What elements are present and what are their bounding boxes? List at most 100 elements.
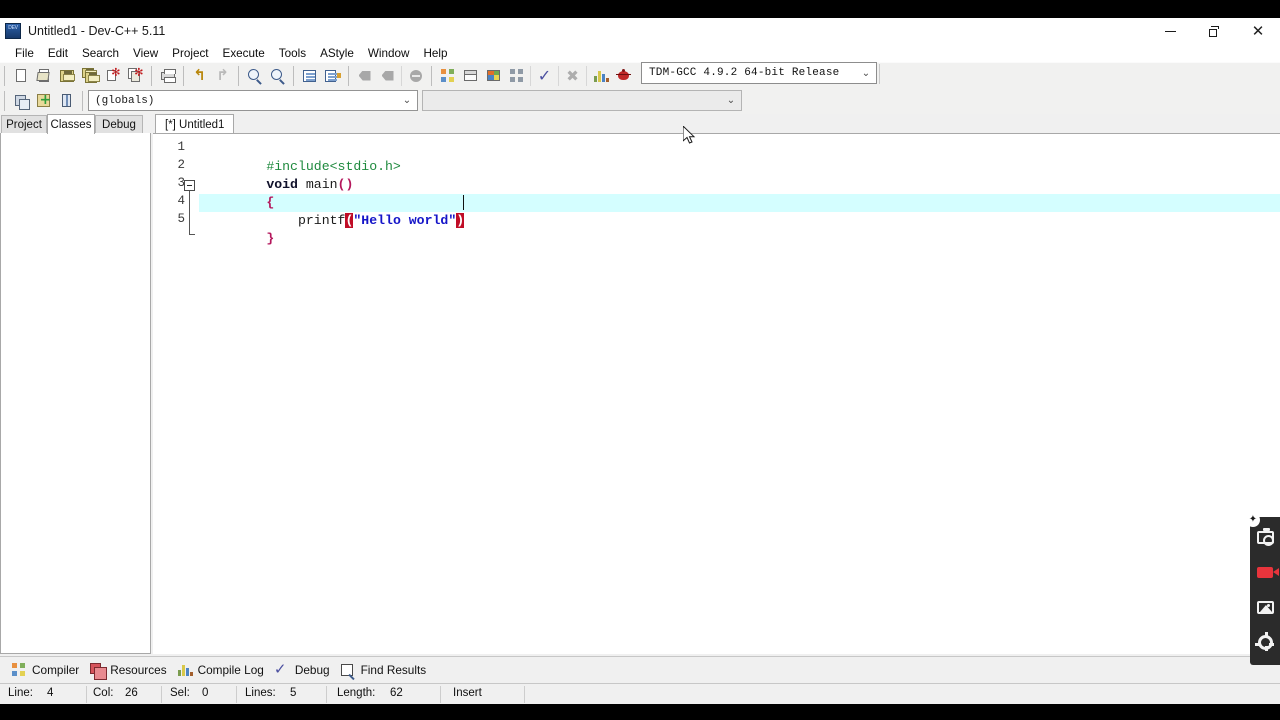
close-file-button[interactable]: ✻: [101, 65, 124, 87]
print-button[interactable]: [156, 65, 179, 87]
chevron-down-icon[interactable]: ⌄: [721, 91, 741, 111]
goto-function-button[interactable]: [321, 65, 344, 87]
bar-chart-icon: [177, 662, 193, 678]
line-number-4: 4: [177, 194, 185, 208]
menu-view[interactable]: View: [126, 46, 165, 61]
insert-snippet-button[interactable]: [9, 90, 32, 112]
menu-search[interactable]: Search: [75, 46, 126, 61]
status-lines-value: 5: [290, 687, 297, 699]
fold-collapse-box[interactable]: [184, 180, 195, 191]
mouse-arrow-cursor: [682, 124, 697, 146]
scope-select-value: (globals): [95, 94, 155, 107]
checkmark-icon: ✓: [273, 659, 287, 678]
close-all-files-button[interactable]: ✻: [124, 65, 147, 87]
code-line-3: {: [203, 176, 274, 210]
devcpp-icon: [5, 23, 21, 39]
text-caret: [463, 195, 464, 210]
menu-bar: File Edit Search View Project Execute To…: [0, 44, 1280, 62]
redo-button[interactable]: ↱: [211, 65, 234, 87]
menu-tools[interactable]: Tools: [272, 46, 313, 61]
goto-line-button[interactable]: [298, 65, 321, 87]
find-magnifier-icon: [340, 662, 356, 678]
bottom-tab-compiler-label: Compiler: [32, 662, 80, 677]
status-col-value: 26: [125, 687, 138, 699]
menu-help[interactable]: Help: [416, 46, 454, 61]
back-navigation-button[interactable]: [353, 65, 376, 87]
restore-button[interactable]: [1192, 18, 1236, 44]
image-gallery-icon: [1256, 601, 1274, 614]
editor-tab-untitled1[interactable]: [*] Untitled1: [155, 114, 235, 134]
window-title: Untitled1 - Dev-C++ 5.11: [28, 24, 166, 38]
bottom-tab-resources[interactable]: Resources: [86, 659, 173, 681]
class-browser-panel[interactable]: [0, 133, 151, 654]
screen-recorder-widget[interactable]: ✦: [1246, 513, 1280, 665]
member-select[interactable]: ⌄: [422, 90, 742, 111]
sidebar-tab-classes[interactable]: Classes: [47, 114, 95, 134]
code-editor[interactable]: 1 2 3 4 5 #include<stdio.h> void main() …: [153, 133, 1280, 654]
minimize-button[interactable]: [1148, 18, 1192, 44]
status-col-label: Col:: [93, 687, 114, 699]
code-line-2: void main(): [203, 158, 353, 192]
scope-select[interactable]: (globals) ⌄: [88, 90, 418, 111]
stop-execution-button[interactable]: ✖: [561, 65, 584, 87]
menu-edit[interactable]: Edit: [41, 46, 75, 61]
compile-and-run-button[interactable]: [482, 65, 505, 87]
syntax-check-button[interactable]: ✓: [533, 65, 556, 87]
token-string-literal: "Hello world": [353, 213, 457, 228]
camera-icon: [1256, 528, 1274, 546]
find-button[interactable]: [243, 65, 266, 87]
chevron-down-icon[interactable]: ⌄: [856, 63, 876, 83]
save-all-button[interactable]: [78, 65, 101, 87]
devcpp-window: Untitled1 - Dev-C++ 5.11 ✕ File Edit Sea…: [0, 0, 1280, 720]
find-replace-button[interactable]: [266, 65, 289, 87]
bottom-tab-find-results[interactable]: Find Results: [337, 659, 434, 681]
toolbar-end-divider: [879, 64, 880, 84]
close-button[interactable]: ✕: [1236, 18, 1280, 44]
menu-execute[interactable]: Execute: [216, 46, 272, 61]
token-function-printf: printf: [297, 213, 346, 228]
bottom-tab-debug[interactable]: ✓ Debug: [271, 659, 337, 681]
profile-analysis-button[interactable]: [589, 65, 612, 87]
bottom-tab-compiler[interactable]: Compiler: [8, 659, 86, 681]
title-bar: Untitled1 - Dev-C++ 5.11 ✕: [0, 18, 1280, 44]
sidebar-tab-debug[interactable]: Debug: [95, 115, 143, 134]
debug-button[interactable]: [612, 65, 635, 87]
compiler-select[interactable]: TDM-GCC 4.9.2 64-bit Release ⌄: [641, 62, 877, 84]
run-button[interactable]: [459, 65, 482, 87]
fold-range-line: [189, 191, 190, 235]
sidebar-tab-project[interactable]: Project: [1, 115, 47, 134]
bottom-tab-debug-label: Debug: [294, 662, 330, 677]
toggle-breakpoint-button[interactable]: [404, 65, 427, 87]
line-number-5: 5: [177, 212, 185, 226]
compiler-grid-icon: [11, 662, 27, 678]
code-line-5: }: [203, 212, 274, 246]
menu-project[interactable]: Project: [165, 46, 215, 61]
undo-button[interactable]: ↰: [188, 65, 211, 87]
menu-astyle[interactable]: AStyle: [313, 46, 361, 61]
gallery-button[interactable]: [1250, 590, 1280, 625]
forward-navigation-button[interactable]: [376, 65, 399, 87]
chevron-down-icon[interactable]: ⌄: [397, 91, 417, 111]
editor-gutter: 1 2 3 4 5: [153, 134, 199, 654]
bottom-tab-compile-log[interactable]: Compile Log: [174, 659, 271, 681]
token-parens: (): [337, 177, 354, 192]
save-button[interactable]: [55, 65, 78, 87]
status-length-value: 62: [390, 687, 403, 699]
token-matching-close-paren: ): [456, 213, 465, 228]
toggle-bookmark-button[interactable]: [55, 90, 78, 112]
new-file-button[interactable]: [9, 65, 32, 87]
main-toolbar: ✻ ✻ ↰ ↱ ✓ ✖: [0, 62, 1280, 88]
settings-button[interactable]: [1250, 625, 1280, 660]
bottom-tab-compile-log-label: Compile Log: [197, 662, 264, 677]
open-folder-button[interactable]: [32, 65, 55, 87]
video-record-icon: [1257, 567, 1279, 578]
status-insert-mode: Insert: [453, 687, 482, 699]
menu-file[interactable]: File: [8, 46, 41, 61]
menu-window[interactable]: Window: [361, 46, 417, 61]
screenshot-button[interactable]: [1250, 520, 1280, 555]
compile-button[interactable]: [436, 65, 459, 87]
code-text-area[interactable]: #include<stdio.h> void main() { printf("…: [199, 134, 1280, 654]
record-video-button[interactable]: [1250, 555, 1280, 590]
rebuild-all-button[interactable]: [505, 65, 528, 87]
add-to-project-button[interactable]: [32, 90, 55, 112]
